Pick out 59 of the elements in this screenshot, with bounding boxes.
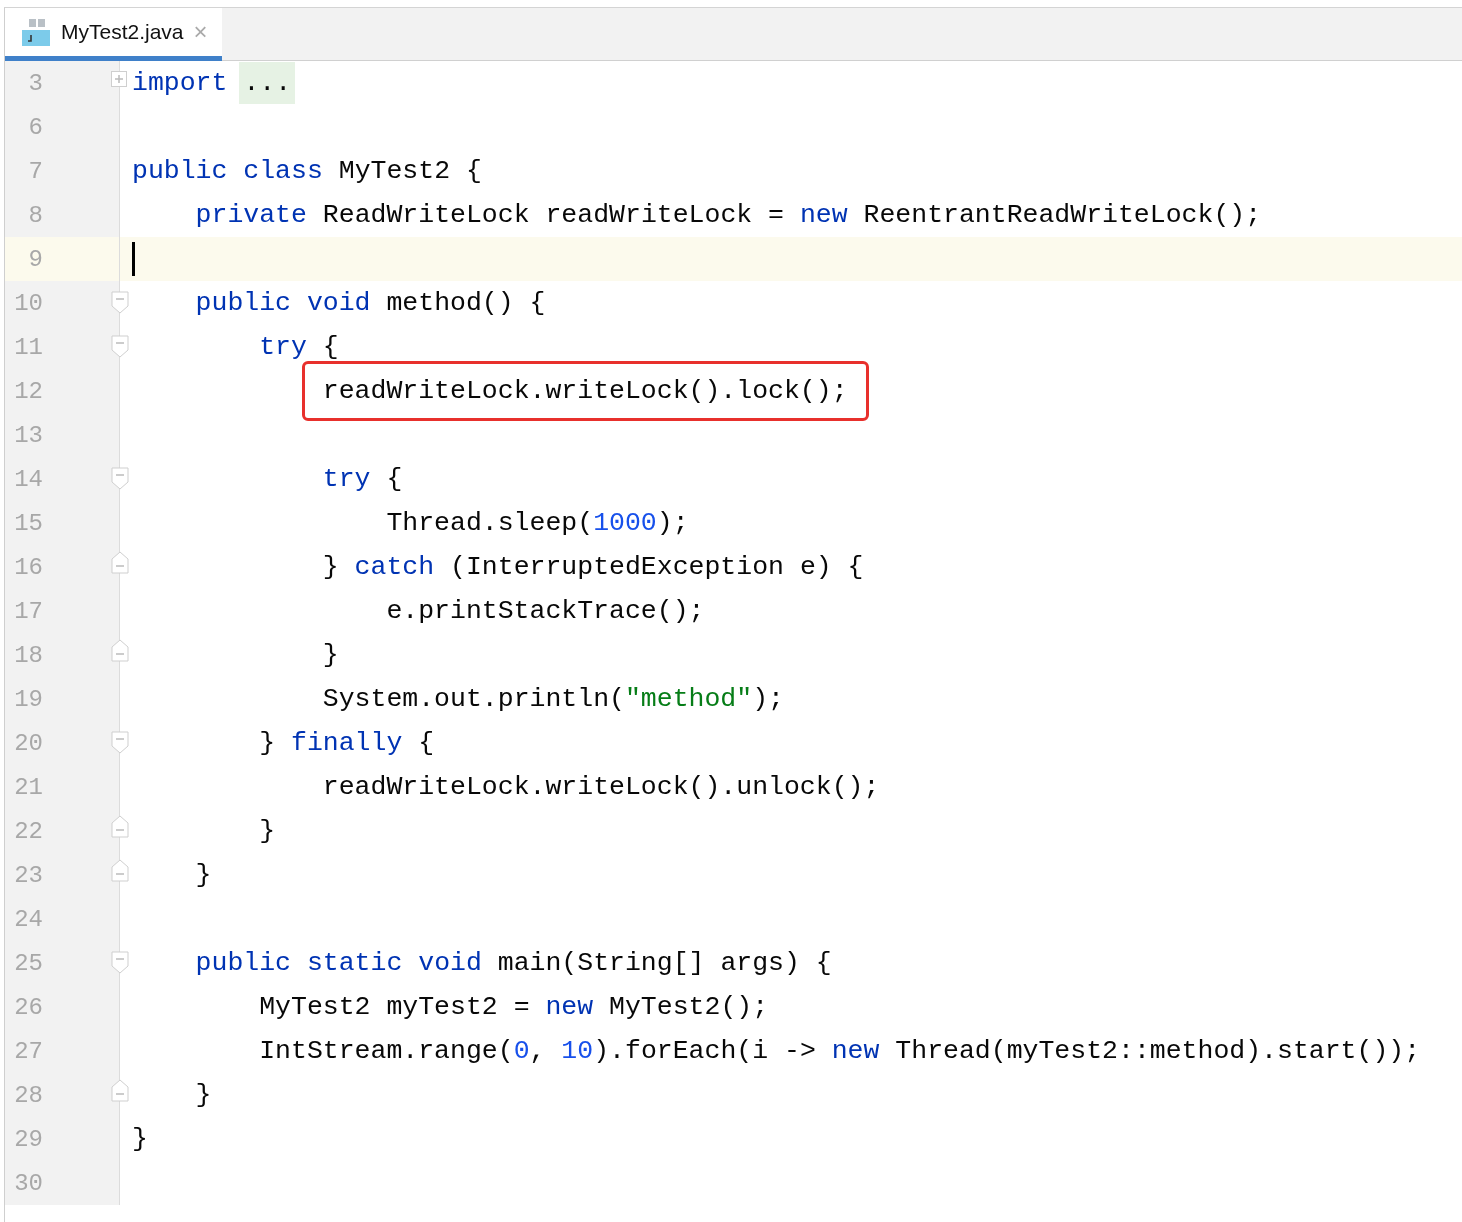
java-file-icon bbox=[21, 17, 51, 47]
collapse-fold-icon[interactable] bbox=[111, 1079, 129, 1102]
line-number: 16 bbox=[5, 545, 120, 589]
line-number: 6 bbox=[5, 105, 120, 149]
code-line: private ReadWriteLock readWriteLock = new ReentrantReadWriteLock(); bbox=[195, 199, 1262, 232]
collapse-fold-icon[interactable] bbox=[111, 551, 129, 574]
line-number: 18 bbox=[5, 633, 120, 677]
line-number: 17 bbox=[5, 589, 120, 633]
code-line: System.out.println("method"); bbox=[322, 683, 784, 716]
code-line: } finally { bbox=[259, 727, 435, 760]
code-line: public class MyTest2 { bbox=[132, 155, 482, 188]
line-number: 13 bbox=[5, 413, 120, 457]
line-number: 27 bbox=[5, 1029, 120, 1073]
collapse-fold-icon[interactable] bbox=[111, 731, 129, 754]
line-number: 12 bbox=[5, 369, 120, 413]
code-line: } bbox=[322, 639, 339, 672]
line-number: 15 bbox=[5, 501, 120, 545]
collapse-fold-icon[interactable] bbox=[111, 335, 129, 358]
expand-fold-icon[interactable] bbox=[111, 71, 127, 87]
code-line: } bbox=[195, 1079, 212, 1112]
line-number: 28 bbox=[5, 1073, 120, 1117]
line-number: 8 bbox=[5, 193, 120, 237]
code-line: } catch (InterruptedException e) { bbox=[322, 551, 864, 584]
text-cursor bbox=[132, 242, 135, 276]
line-number: 26 bbox=[5, 985, 120, 1029]
line-number: 7 bbox=[5, 149, 120, 193]
line-number: 24 bbox=[5, 897, 120, 941]
line-number: 29 bbox=[5, 1117, 120, 1161]
collapse-fold-icon[interactable] bbox=[111, 815, 129, 838]
code-line: } bbox=[259, 815, 276, 848]
code-line: try { bbox=[322, 463, 403, 496]
collapse-fold-icon[interactable] bbox=[111, 291, 129, 314]
line-number: 30 bbox=[5, 1161, 120, 1205]
code-line: Thread.sleep(1000); bbox=[386, 507, 689, 540]
code-line: IntStream.range(0, 10).forEach(i -> new Thread(myTest2::method).start()); bbox=[259, 1035, 1421, 1068]
code-line: public static void main(String[] args) { bbox=[195, 947, 832, 980]
code-line: } bbox=[195, 859, 212, 892]
line-number: 21 bbox=[5, 765, 120, 809]
code-line: public void method() { bbox=[195, 287, 546, 320]
collapse-fold-icon[interactable] bbox=[111, 467, 129, 490]
code-line: import ... bbox=[132, 62, 296, 104]
code-line: MyTest2 myTest2 = new MyTest2(); bbox=[259, 991, 769, 1024]
line-number: 19 bbox=[5, 677, 120, 721]
line-number: 14 bbox=[5, 457, 120, 501]
line-number: 25 bbox=[5, 941, 120, 985]
line-number: 3 bbox=[5, 61, 120, 105]
file-tab[interactable]: MyTest2.java × bbox=[5, 8, 222, 61]
code-line: readWriteLock.writeLock().unlock(); bbox=[322, 771, 880, 804]
code-line: e.printStackTrace(); bbox=[386, 595, 705, 628]
line-number: 11 bbox=[5, 325, 120, 369]
line-number: 10 bbox=[5, 281, 120, 325]
collapse-fold-icon[interactable] bbox=[111, 639, 129, 662]
line-number: 20 bbox=[5, 721, 120, 765]
collapse-fold-icon[interactable] bbox=[111, 859, 129, 882]
code-line: } bbox=[132, 1123, 148, 1156]
collapse-fold-icon[interactable] bbox=[111, 951, 129, 974]
line-number: 23 bbox=[5, 853, 120, 897]
code-line: try { bbox=[259, 331, 339, 364]
line-number: 22 bbox=[5, 809, 120, 853]
